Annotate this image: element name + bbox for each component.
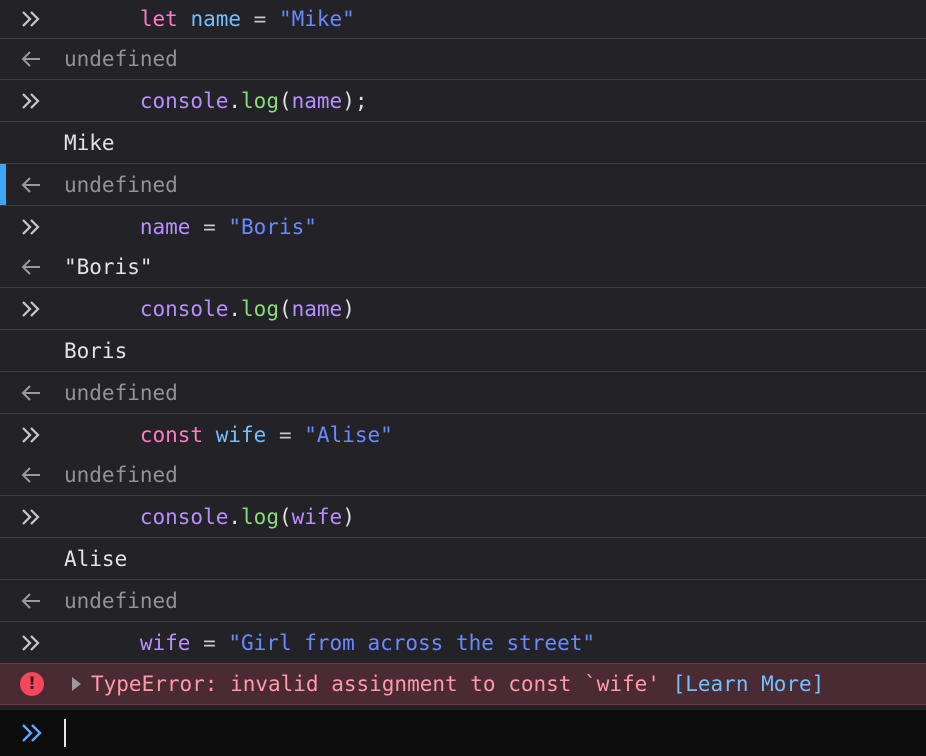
code-token: console: [139, 88, 229, 113]
code-token: );: [342, 88, 368, 113]
console-input-entry[interactable]: let name = "Mike": [0, 0, 926, 39]
console-input-entry[interactable]: console.log(wife): [0, 496, 926, 538]
console-input-entry[interactable]: name = "Boris": [0, 206, 926, 247]
arrow-left-icon: [0, 465, 64, 485]
code-token: name: [190, 7, 242, 31]
console-log-entry: Alise: [0, 538, 926, 580]
console-input-entry[interactable]: console.log(name): [0, 288, 926, 330]
code-token: name: [291, 296, 343, 321]
code-token: log: [241, 88, 279, 113]
code-token: =: [190, 214, 229, 239]
chevrons-right-icon: [0, 217, 64, 237]
code-token: .: [228, 296, 242, 321]
console-log-entry: Mike: [0, 122, 926, 164]
arrow-left-icon: [0, 257, 64, 277]
code-token: ): [342, 504, 355, 529]
chevrons-right-icon: [0, 425, 64, 445]
code-token: wife: [215, 422, 267, 447]
chevrons-right-icon: [0, 507, 64, 527]
chevrons-right-icon: [0, 91, 64, 111]
code-token: log: [241, 296, 279, 321]
console-input-entry[interactable]: console.log(name);: [0, 80, 926, 122]
code-token: wife: [139, 630, 191, 655]
console-input-entry[interactable]: wife = "Girl from across the street": [0, 622, 926, 663]
arrow-left-icon: [0, 383, 64, 403]
error-circle-icon: !: [20, 672, 44, 696]
code-token: const: [139, 422, 204, 447]
code-token: (: [278, 296, 292, 321]
triangle-right-icon[interactable]: [72, 677, 81, 691]
error-gutter: !: [0, 672, 64, 696]
code-token: name: [291, 88, 343, 113]
arrow-left-icon: [0, 175, 64, 195]
console-input-entry[interactable]: const wife = "Alise": [0, 414, 926, 455]
code-token: ): [342, 296, 355, 321]
learn-more-link[interactable]: [Learn More]: [673, 672, 825, 696]
code-token: let: [139, 7, 178, 31]
log-message: Mike: [64, 130, 115, 155]
code-token: .: [228, 504, 242, 529]
code-token: wife: [291, 504, 343, 529]
error-spacer: [660, 672, 673, 696]
chevrons-right-icon: [0, 9, 64, 29]
text-caret: [64, 719, 66, 747]
code-token: "Girl from across the street": [228, 630, 596, 655]
log-message: Alise: [64, 546, 128, 571]
console-log-entry: Boris: [0, 330, 926, 372]
code-token: console: [139, 296, 229, 321]
chevrons-right-icon: [0, 299, 64, 319]
code-token: (: [278, 504, 292, 529]
code-token: =: [190, 630, 229, 655]
chevrons-right-icon: [0, 722, 64, 744]
code-token: name: [139, 214, 191, 239]
code-token: "Boris": [228, 214, 317, 239]
console-error-entry: ! TypeError: invalid assignment to const…: [0, 663, 926, 705]
code-token: (: [278, 88, 292, 113]
console-output: let name = "Mike" undefined console.log(…: [0, 0, 926, 756]
error-message: TypeError: invalid assignment to const `…: [91, 672, 660, 696]
console-input-line[interactable]: [0, 710, 926, 756]
arrow-left-icon: [0, 591, 64, 611]
code-token: "Mike": [278, 7, 355, 31]
code-token: console: [139, 504, 229, 529]
chevrons-right-icon: [0, 633, 64, 653]
code-token: "Alise": [304, 422, 393, 447]
arrow-left-icon: [0, 49, 64, 69]
code-token: =: [241, 7, 279, 31]
code-token: .: [228, 88, 242, 113]
code-token: log: [241, 504, 279, 529]
log-message: Boris: [64, 338, 128, 363]
code-token: =: [266, 422, 305, 447]
